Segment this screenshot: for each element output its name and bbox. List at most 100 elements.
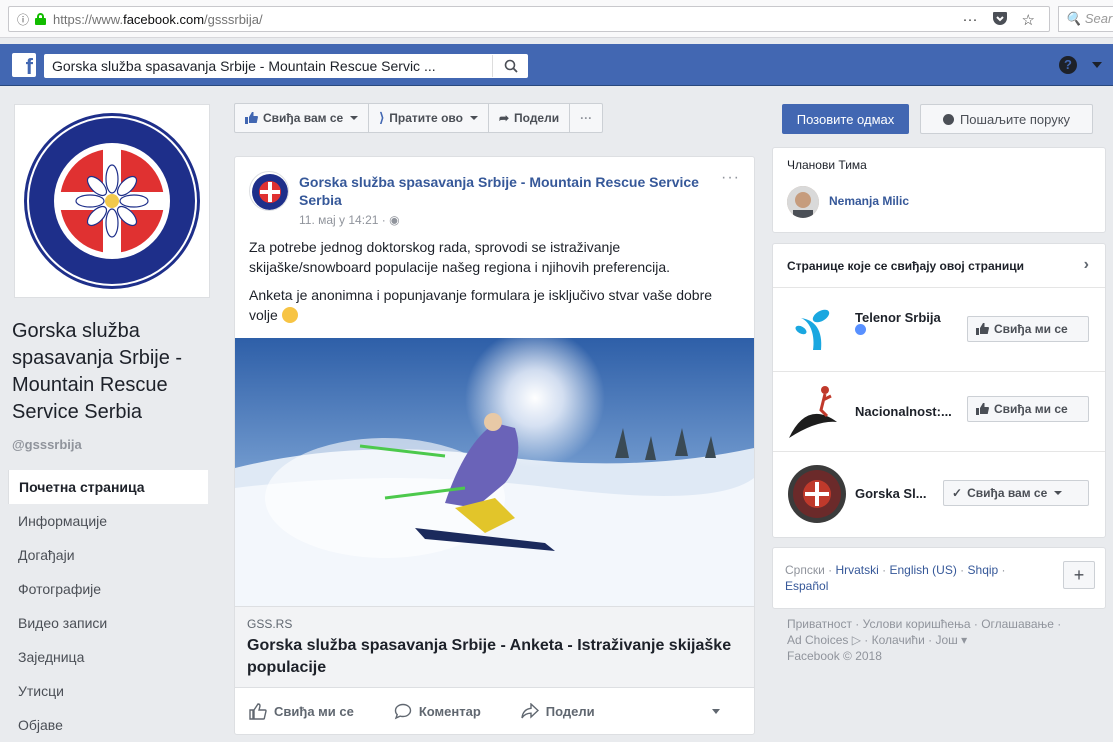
thumbs-up-icon bbox=[245, 112, 258, 124]
liked-page-like-button[interactable]: Свиђа ми се bbox=[967, 396, 1089, 422]
post-comment-label: Коментар bbox=[418, 703, 481, 719]
smile-emoji-icon bbox=[281, 307, 298, 323]
facebook-logo-icon[interactable]: f bbox=[12, 53, 36, 77]
footer-copyright: Facebook © 2018 bbox=[787, 649, 882, 663]
info-icon[interactable]: ⓘ bbox=[17, 11, 29, 28]
nav-item-about[interactable]: Информације bbox=[8, 504, 208, 538]
chevron-down-icon bbox=[350, 116, 359, 120]
facebook-search-input[interactable]: Gorska služba spasavanja Srbije - Mounta… bbox=[44, 54, 528, 78]
facebook-header: f Gorska služba spasavanja Srbije - Moun… bbox=[0, 44, 1113, 86]
send-message-button[interactable]: Пошаљите поруку bbox=[920, 104, 1093, 134]
liked-page-name[interactable]: Nacionalnost:... bbox=[855, 404, 952, 419]
page-actions-icon[interactable]: ··· bbox=[963, 11, 978, 30]
link-preview-image[interactable] bbox=[235, 338, 754, 606]
link-preview[interactable]: GSS.RS Gorska služba spasavanja Srbije -… bbox=[235, 606, 754, 688]
footer-link-privacy[interactable]: Приватност bbox=[787, 617, 852, 631]
chevron-right-icon[interactable]: › bbox=[1084, 256, 1089, 274]
follow-button[interactable]: ⟩ Пратите ово bbox=[369, 104, 489, 132]
post-paragraph: Za potrebe jednog doktorskog rada, sprov… bbox=[249, 239, 671, 275]
share-arrow-outline-icon bbox=[521, 703, 539, 719]
browser-search-input[interactable]: 🔍 Sear bbox=[1058, 6, 1113, 32]
help-icon[interactable]: ? bbox=[1059, 56, 1077, 74]
footer-link-cookies[interactable]: Колачићи bbox=[872, 633, 925, 647]
post-share-button[interactable]: Подели bbox=[521, 703, 595, 719]
more-options-button[interactable]: ··· bbox=[570, 104, 602, 132]
nav-item-reviews[interactable]: Утисци bbox=[8, 674, 208, 708]
nav-item-home[interactable]: Почетна страница bbox=[8, 470, 208, 504]
liked-page-avatar[interactable] bbox=[787, 300, 847, 360]
page-title[interactable]: Gorska služba spasavanja Srbije - Mounta… bbox=[12, 318, 212, 426]
nav-item-posts[interactable]: Објаве bbox=[8, 708, 208, 742]
pocket-icon[interactable] bbox=[992, 11, 1008, 30]
post-actions: Свиђа ми се Коментар Подели bbox=[235, 691, 754, 731]
post-options-icon[interactable]: ··· bbox=[721, 169, 740, 187]
nav-item-community[interactable]: Заједница bbox=[8, 640, 208, 674]
liked-page-avatar[interactable] bbox=[787, 380, 847, 440]
liked-page-row: Nacionalnost:... Свиђа ми се bbox=[773, 368, 1105, 452]
rss-icon: ⟩ bbox=[379, 110, 385, 125]
share-arrow-icon: ➦ bbox=[498, 111, 510, 125]
liked-page-name[interactable]: Telenor Srbija bbox=[855, 310, 941, 325]
address-bar[interactable]: ⓘ https://www.facebook.com/gsssrbija/ ··… bbox=[8, 6, 1050, 32]
page-profile-picture[interactable] bbox=[14, 104, 210, 298]
team-member-avatar[interactable] bbox=[787, 186, 819, 218]
liked-page-liked-button[interactable]: ✓ Свиђа вам се bbox=[943, 480, 1089, 506]
liked-page-avatar[interactable] bbox=[787, 464, 847, 524]
liked-page-row: Telenor Srbija Свиђа ми се bbox=[773, 288, 1105, 372]
nav-item-events[interactable]: Догађаји bbox=[8, 538, 208, 572]
liked-page-like-button[interactable]: Свиђа ми се bbox=[967, 316, 1089, 342]
post-share-label: Подели bbox=[545, 703, 595, 719]
footer-link-advertising[interactable]: Оглашавање bbox=[981, 617, 1054, 631]
liked-page-row: Gorska Sl... ✓ Свиђа вам се bbox=[773, 452, 1105, 536]
team-member-name[interactable]: Nemanja Milic bbox=[829, 194, 909, 208]
left-navigation: Почетна страница Информације Догађаји Фо… bbox=[8, 470, 208, 742]
page-username[interactable]: @gsssrbija bbox=[12, 437, 82, 452]
more-languages-button[interactable]: + bbox=[1063, 561, 1095, 589]
verified-badge-icon bbox=[855, 324, 866, 335]
page-like-label: Свиђа вам се bbox=[263, 111, 344, 125]
post-paragraph: Anketa je anonimna i popunjavanje formul… bbox=[249, 287, 713, 323]
language-link[interactable]: Español bbox=[785, 579, 828, 593]
page-like-button[interactable]: Свиђа вам се bbox=[235, 104, 370, 132]
footer-link-adchoices[interactable]: Ad Choices bbox=[787, 633, 848, 647]
liked-page-name[interactable]: Gorska Sl... bbox=[855, 486, 927, 501]
post-like-label: Свиђа ми се bbox=[274, 703, 354, 719]
language-link[interactable]: English (US) bbox=[889, 563, 956, 577]
footer-links: Приватност · Услови коришћења · Оглашава… bbox=[787, 617, 1062, 663]
footer-link-terms[interactable]: Услови коришћења bbox=[863, 617, 971, 631]
comment-bubble-icon bbox=[394, 703, 412, 719]
follow-label: Пратите ово bbox=[389, 111, 463, 125]
share-button[interactable]: ➦ Подели bbox=[489, 104, 571, 132]
account-menu-caret-icon[interactable] bbox=[1092, 62, 1102, 68]
post-timestamp[interactable]: 11. мај у 14:21 · ◉ bbox=[299, 213, 400, 227]
call-now-button[interactable]: Позовите одмах bbox=[782, 104, 909, 134]
url-text[interactable]: https://www.facebook.com/gsssrbija/ bbox=[53, 12, 263, 27]
team-members-card: Чланови Тима Nemanja Milic bbox=[772, 147, 1106, 233]
adchoices-icon: ▷ bbox=[851, 633, 861, 647]
link-title: Gorska služba spasavanja Srbije - Anketa… bbox=[247, 637, 732, 676]
nav-item-photos[interactable]: Фотографије bbox=[8, 572, 208, 606]
language-current: Српски bbox=[785, 563, 825, 577]
post-text: Za potrebe jednog doktorskog rada, sprov… bbox=[249, 237, 743, 333]
lock-icon[interactable] bbox=[35, 13, 47, 25]
liked-pages-header[interactable]: Странице које се свиђају овој страници › bbox=[773, 244, 1105, 288]
post-author-avatar[interactable] bbox=[249, 171, 289, 211]
footer-link-more[interactable]: Још bbox=[935, 633, 957, 647]
post-comment-button[interactable]: Коментар bbox=[394, 703, 481, 720]
bookmark-star-icon[interactable]: ☆ bbox=[1022, 11, 1035, 30]
thumbs-up-icon bbox=[976, 323, 989, 335]
thumbs-up-outline-icon bbox=[249, 702, 267, 720]
post-author-name[interactable]: Gorska služba spasavanja Srbije - Mounta… bbox=[299, 173, 699, 209]
language-link[interactable]: Shqip bbox=[968, 563, 999, 577]
checkmark-icon: ✓ bbox=[952, 486, 963, 500]
share-label: Подели bbox=[514, 111, 560, 125]
audience-chevron-down-icon[interactable] bbox=[712, 708, 720, 714]
language-link[interactable]: Hrvatski bbox=[835, 563, 878, 577]
post-like-button[interactable]: Свиђа ми се bbox=[249, 702, 354, 720]
search-value: Gorska služba spasavanja Srbije - Mounta… bbox=[52, 58, 436, 74]
search-icon[interactable] bbox=[492, 55, 528, 77]
nav-item-videos[interactable]: Видео записи bbox=[8, 606, 208, 640]
post-card: Gorska služba spasavanja Srbije - Mounta… bbox=[234, 156, 755, 735]
globe-icon: ◉ bbox=[389, 213, 400, 227]
send-message-label: Пошаљите поруку bbox=[959, 111, 1071, 127]
